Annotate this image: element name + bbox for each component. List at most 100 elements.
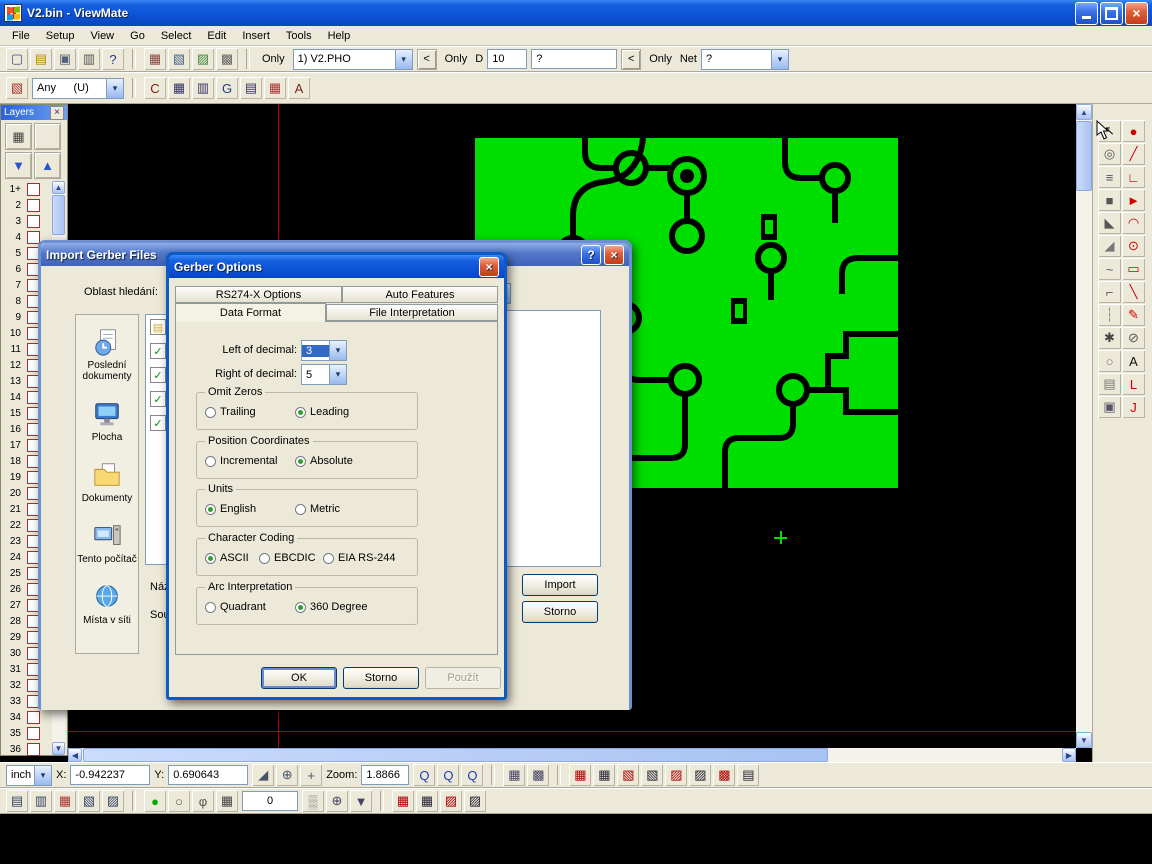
scroll-down-button[interactable]: ▼ [1076,732,1092,748]
new-file-icon[interactable]: ▢ [6,48,28,70]
components-icon[interactable]: C [144,77,166,99]
layer-blank-icon[interactable] [34,123,61,150]
menu-go[interactable]: Go [122,28,153,44]
ruler-icon[interactable]: ▤ [1098,373,1121,395]
chevron-down-icon[interactable]: ▾ [329,341,346,360]
tab-auto-features[interactable]: Auto Features [342,286,498,303]
pad-pattern-neg-icon[interactable]: ▦ [392,790,414,812]
close-button[interactable]: × [1125,2,1148,25]
menu-edit[interactable]: Edit [199,28,234,44]
pads-grid-icon[interactable]: ▤ [240,77,262,99]
radio-incremental[interactable]: Incremental [205,455,277,467]
minimize-button[interactable] [1075,2,1098,25]
draw-arrow-icon[interactable]: ► [1122,189,1145,211]
frames-icon[interactable]: ▨ [102,790,124,812]
close-icon[interactable]: × [50,106,64,120]
radio-quadrant[interactable]: Quadrant [205,601,266,613]
grid-icon[interactable]: ▦ [503,764,525,786]
layers-stack-icon[interactable]: ▧ [78,790,100,812]
draw-circle-icon[interactable]: ⊙ [1122,235,1145,257]
radio-english[interactable]: English [205,503,256,515]
gear-icon[interactable]: ✱ [1098,327,1121,349]
scroll-up-button[interactable]: ▲ [52,181,65,194]
trace-pattern-pos-icon[interactable]: ▨ [464,790,486,812]
layer-color-box[interactable] [27,727,40,740]
only-dcode-toggle[interactable]: Only [441,51,472,67]
zoom-window-icon[interactable]: Q [413,764,435,786]
menu-setup[interactable]: Setup [38,28,83,44]
dots-column-icon[interactable]: ┆ [1098,304,1121,326]
pos-pad-icon[interactable]: ▦ [593,764,615,786]
neg-pad-icon[interactable]: ▦ [569,764,591,786]
radio-eia-rs244[interactable]: EIA RS-244 [323,552,395,564]
probe-icon[interactable]: φ [192,790,214,812]
ready-light-icon[interactable]: ● [144,790,166,812]
mirror-icon[interactable]: ◣ [1098,212,1121,234]
layer-row[interactable]: 1+ [1,181,51,197]
radio-absolute[interactable]: Absolute [295,455,353,467]
close-button[interactable]: × [479,257,499,277]
step-icon[interactable]: ⌐ [1098,281,1121,303]
filled-rect-icon[interactable]: ■ [1098,189,1121,211]
vertical-scroll-thumb[interactable] [1076,121,1092,191]
print-icon[interactable]: ▥ [78,48,100,70]
gerber-dialog-titlebar[interactable]: Gerber Options × [169,255,504,278]
import-button[interactable]: Import [522,574,598,596]
dcode-list-icon[interactable]: ≡ [1098,166,1121,188]
measure-icon[interactable]: ◢ [252,764,274,786]
layer-color-box[interactable] [27,183,40,196]
layer-color-box[interactable] [27,743,40,756]
vertical-scrollbar[interactable]: ▲ ▼ [1076,104,1092,748]
dcode-input[interactable]: 10 [487,49,527,69]
scroll-down-button[interactable]: ▼ [52,742,65,755]
layer-scroll-thumb[interactable] [52,195,65,235]
layer-row[interactable]: 35 [1,725,51,741]
pos-trace-icon[interactable]: ▧ [641,764,663,786]
l-shape-icon[interactable]: L [1122,373,1145,395]
layer-row[interactable]: 2 [1,197,51,213]
layer-color-box[interactable] [27,231,40,244]
dot-grid-icon[interactable]: ▒ [302,790,324,812]
chevron-down-icon[interactable]: ▾ [329,365,346,384]
dcode-spinner[interactable]: 0 [242,791,298,811]
radio-ascii[interactable]: ASCII [205,552,249,564]
open-file-icon[interactable]: ▤ [30,48,52,70]
menu-insert[interactable]: Insert [234,28,278,44]
layer-color-box[interactable] [27,215,40,228]
sketch-icon[interactable]: ✎ [1122,304,1145,326]
restore-button[interactable] [1100,2,1123,25]
unit-combo[interactable]: inch ▾ [6,765,52,786]
radio-trailing[interactable]: Trailing [205,406,256,418]
layers-palette-titlebar[interactable]: Layers × [1,105,67,120]
prev-net-button[interactable]: < [621,49,641,70]
tab-data-format[interactable]: Data Format [175,303,326,322]
select-filter-icon[interactable]: ▧ [6,77,28,99]
dots-grid-icon[interactable]: ▩ [527,764,549,786]
origin-icon[interactable]: ⊕ [276,764,298,786]
close-button[interactable]: × [604,245,624,265]
layer-combo[interactable]: 1) V2.PHO ▾ [293,49,413,70]
trace-pattern-neg-icon[interactable]: ▨ [440,790,462,812]
chevron-down-icon[interactable]: ▾ [106,79,123,98]
tab-rs274x-options[interactable]: RS274-X Options [175,286,342,303]
only-layer-toggle[interactable]: Only [258,51,289,67]
move-layer-up-icon[interactable]: ▲ [34,152,61,179]
chevron-down-icon[interactable]: ▾ [34,766,51,785]
left-of-decimal-combo[interactable]: 3 ▾ [301,340,347,361]
neg-trace-icon[interactable]: ▧ [617,764,639,786]
menu-tools[interactable]: Tools [278,28,320,44]
horizontal-scrollbar[interactable]: ◀ ▶ [68,748,1076,762]
draw-arc-icon[interactable]: ◠ [1122,212,1145,234]
layer-row[interactable]: 3 [1,213,51,229]
anchor-icon[interactable]: ⊕ [326,790,348,812]
zoom-out-icon[interactable]: Q [461,764,483,786]
menu-view[interactable]: View [82,28,122,44]
place-desktop[interactable]: Plocha [77,399,137,443]
slope-icon[interactable]: ◢ [1098,235,1121,257]
move-layer-down-icon[interactable]: ▼ [5,152,32,179]
chevron-down-icon[interactable]: ▾ [771,50,788,69]
radio-metric[interactable]: Metric [295,503,340,515]
hook-icon[interactable]: J [1122,396,1145,418]
pos-film-icon[interactable]: ▨ [689,764,711,786]
folder-icon[interactable]: ▤ [150,319,166,335]
